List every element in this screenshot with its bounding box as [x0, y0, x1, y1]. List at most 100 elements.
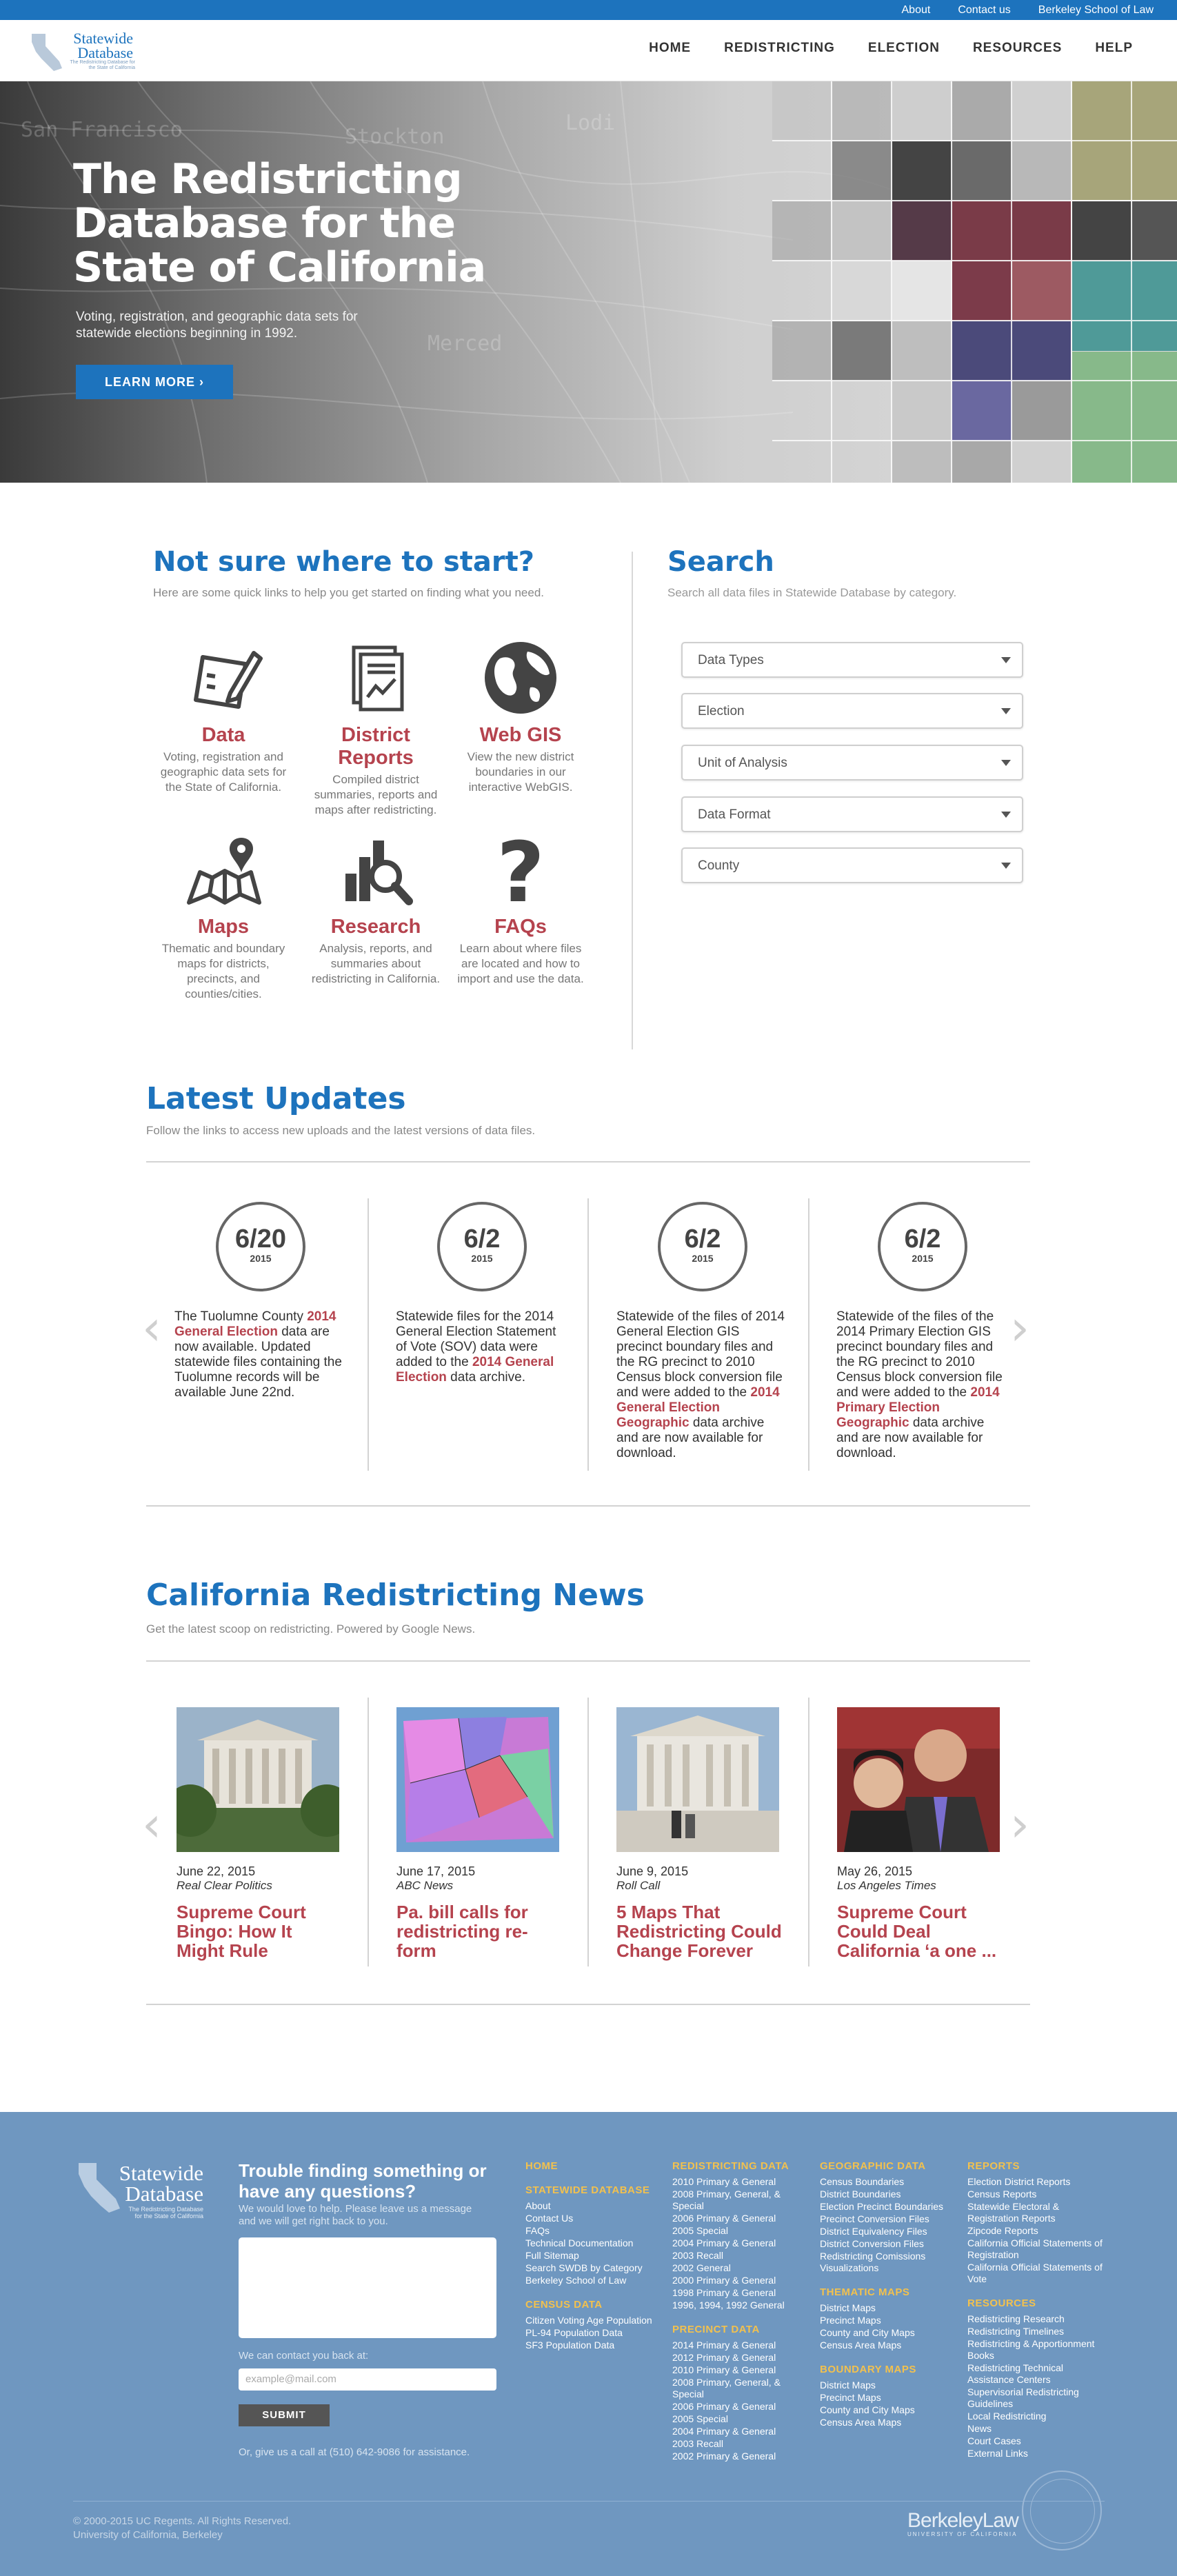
footer-heading[interactable]: CENSUS DATA — [525, 2299, 663, 2311]
footer-heading[interactable]: GEOGRAPHIC DATA — [820, 2160, 958, 2172]
footer-link[interactable]: 2002 General — [672, 2262, 810, 2274]
quicklink-maps[interactable]: Maps Thematic and boundary maps for dist… — [154, 829, 292, 1002]
footer-link[interactable]: External Links — [967, 2448, 1105, 2459]
footer-heading[interactable]: REDISTRICTING DATA — [672, 2160, 810, 2172]
footer-link[interactable]: 2008 Primary, General, & Special — [672, 2377, 810, 2400]
utility-link-berkeley-law[interactable]: Berkeley School of Law — [1032, 4, 1160, 17]
footer-link[interactable]: California Official Statements of Regist… — [967, 2237, 1105, 2261]
news-image[interactable] — [616, 1707, 779, 1852]
footer-link[interactable]: Berkeley School of Law — [525, 2275, 663, 2286]
news-image[interactable] — [837, 1707, 1000, 1852]
footer-link[interactable]: Election Precinct Boundaries — [820, 2201, 958, 2213]
footer-link[interactable]: Supervisorial Redistricting Guidelines — [967, 2386, 1105, 2410]
message-textarea[interactable] — [239, 2237, 496, 2338]
quicklink-data[interactable]: Data Voting, registration and geographic… — [154, 638, 292, 795]
footer-link[interactable]: Census Reports — [967, 2188, 1105, 2200]
footer-link[interactable]: Technical Documentation — [525, 2237, 663, 2249]
berkeley-law-logo[interactable]: BerkeleyLaw UNIVERSITY OF CALIFORNIA — [907, 2509, 1019, 2537]
footer-link[interactable]: County and City Maps — [820, 2327, 958, 2339]
footer-link[interactable]: 2000 Primary & General — [672, 2275, 810, 2286]
unit-of-analysis-select[interactable]: Unit of Analysis — [681, 745, 1023, 781]
quicklink-district-reports[interactable]: District Reports Compiled district summa… — [303, 638, 448, 818]
footer-heading[interactable]: HOME — [525, 2160, 663, 2172]
quicklink-web-gis[interactable]: Web GIS View the new district boundaries… — [452, 638, 590, 795]
footer-heading[interactable]: REPORTS — [967, 2160, 1105, 2172]
footer-link[interactable]: 2006 Primary & General — [672, 2213, 810, 2224]
footer-heading[interactable]: BOUNDARY MAPS — [820, 2364, 958, 2375]
footer-link[interactable]: 2004 Primary & General — [672, 2426, 810, 2437]
news-next-arrow-icon[interactable]: › — [1010, 1796, 1029, 1853]
footer-link[interactable]: 2012 Primary & General — [672, 2352, 810, 2364]
nav-resources[interactable]: RESOURCES — [956, 41, 1078, 56]
footer-logo-text[interactable]: Statewide Database — [83, 2162, 203, 2204]
footer-link[interactable]: Precinct Conversion Files — [820, 2213, 958, 2225]
footer-link[interactable]: FAQs — [525, 2225, 663, 2237]
footer-link[interactable]: 2005 Special — [672, 2225, 810, 2237]
news-card[interactable]: June 17, 2015 ABC News Pa. bill calls fo… — [396, 1707, 562, 1960]
footer-heading[interactable]: THEMATIC MAPS — [820, 2286, 958, 2298]
footer-link[interactable]: District Boundaries — [820, 2188, 958, 2200]
learn-more-button[interactable]: LEARN MORE › — [76, 365, 233, 399]
footer-link[interactable]: District Maps — [820, 2302, 958, 2314]
election-select[interactable]: Election — [681, 693, 1023, 729]
footer-link[interactable]: Census Area Maps — [820, 2339, 958, 2351]
footer-link[interactable]: Precinct Maps — [820, 2392, 958, 2404]
footer-link[interactable]: Redistricting & Apportionment Books — [967, 2338, 1105, 2362]
footer-link[interactable]: 1996, 1994, 1992 General — [672, 2300, 810, 2311]
news-headline[interactable]: 5 Maps That Redistricting Could Change F… — [616, 1902, 782, 1960]
footer-link[interactable]: 2014 Primary & General — [672, 2339, 810, 2351]
footer-link[interactable]: District Equivalency Files — [820, 2226, 958, 2237]
quicklink-faqs[interactable]: ? FAQs Learn about where files are locat… — [452, 825, 590, 987]
news-headline[interactable]: Pa. bill calls for redistricting re-form — [396, 1902, 562, 1960]
news-card[interactable]: June 9, 2015 Roll Call 5 Maps That Redis… — [616, 1707, 782, 1960]
footer-link[interactable]: Census Area Maps — [820, 2417, 958, 2428]
footer-link[interactable]: Search SWDB by Category — [525, 2262, 663, 2274]
footer-link[interactable]: Redistricting Comissions Visualizations — [820, 2251, 958, 2274]
footer-link[interactable]: Redistricting Timelines — [967, 2326, 1105, 2337]
footer-link[interactable]: Redistricting Research — [967, 2313, 1105, 2325]
nav-help[interactable]: HELP — [1078, 41, 1149, 56]
email-field[interactable]: example@mail.com — [239, 2368, 496, 2391]
footer-heading[interactable]: PRECINCT DATA — [672, 2324, 810, 2335]
footer-heading[interactable]: RESOURCES — [967, 2297, 1105, 2309]
data-types-select[interactable]: Data Types — [681, 642, 1023, 678]
news-headline[interactable]: Supreme Court Could Deal California ‘a o… — [837, 1902, 1003, 1960]
utility-link-about[interactable]: About — [895, 4, 938, 17]
footer-link[interactable]: Court Cases — [967, 2435, 1105, 2447]
footer-link[interactable]: Citizen Voting Age Population — [525, 2315, 663, 2326]
footer-link[interactable]: SF3 Population Data — [525, 2339, 663, 2351]
footer-link[interactable]: News — [967, 2423, 1105, 2435]
footer-link[interactable]: Precinct Maps — [820, 2315, 958, 2326]
footer-link[interactable]: 2010 Primary & General — [672, 2364, 810, 2376]
footer-link[interactable]: 2005 Special — [672, 2413, 810, 2425]
footer-heading[interactable]: STATEWIDE DATABASE — [525, 2184, 663, 2196]
news-headline[interactable]: Supreme Court Bingo: How It Might Rule — [177, 1902, 342, 1960]
footer-link[interactable]: 2003 Recall — [672, 2250, 810, 2262]
footer-link[interactable]: Redistricting Technical Assistance Cente… — [967, 2362, 1105, 2386]
footer-link[interactable]: 2010 Primary & General — [672, 2176, 810, 2188]
footer-link[interactable]: California Official Statements of Vote — [967, 2262, 1105, 2285]
footer-link[interactable]: 2008 Primary, General, & Special — [672, 2188, 810, 2212]
footer-link[interactable]: 2006 Primary & General — [672, 2401, 810, 2413]
footer-link[interactable]: District Maps — [820, 2379, 958, 2391]
footer-link[interactable]: 2003 Recall — [672, 2438, 810, 2450]
updates-prev-arrow-icon[interactable]: ‹ — [142, 1300, 161, 1356]
footer-link[interactable]: Statewide Electoral & Registration Repor… — [967, 2201, 1105, 2224]
footer-link[interactable]: Zipcode Reports — [967, 2225, 1105, 2237]
site-logo[interactable]: Statewide Database The Redistricting Dat… — [28, 30, 138, 72]
utility-link-contact[interactable]: Contact us — [951, 4, 1017, 17]
news-card[interactable]: May 26, 2015 Los Angeles Times Supreme C… — [837, 1707, 1003, 1960]
footer-link[interactable]: Local Redistricting — [967, 2411, 1105, 2422]
news-prev-arrow-icon[interactable]: ‹ — [142, 1796, 161, 1853]
quicklink-research[interactable]: Research Analysis, reports, and summarie… — [303, 829, 448, 987]
data-format-select[interactable]: Data Format — [681, 796, 1023, 832]
footer-link[interactable]: 2004 Primary & General — [672, 2237, 810, 2249]
news-image[interactable] — [396, 1707, 559, 1852]
footer-link[interactable]: County and City Maps — [820, 2404, 958, 2416]
footer-link[interactable]: PL-94 Population Data — [525, 2327, 663, 2339]
news-image[interactable] — [177, 1707, 339, 1852]
nav-election[interactable]: ELECTION — [852, 41, 956, 56]
news-card[interactable]: June 22, 2015 Real Clear Politics Suprem… — [177, 1707, 342, 1960]
footer-link[interactable]: Census Boundaries — [820, 2176, 958, 2188]
nav-redistricting[interactable]: REDISTRICTING — [707, 41, 852, 56]
